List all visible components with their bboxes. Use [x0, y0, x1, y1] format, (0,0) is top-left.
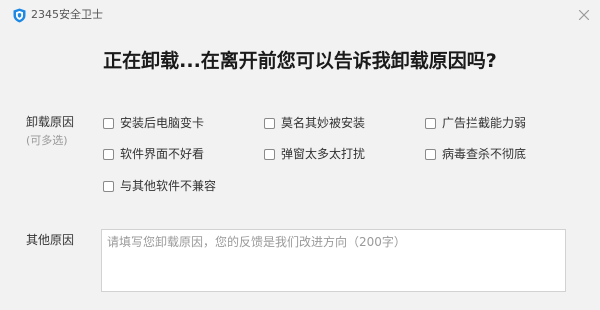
- uninstall-reason-label: 卸载原因: [26, 115, 75, 129]
- checkbox-icon[interactable]: [103, 117, 114, 129]
- close-icon[interactable]: [573, 4, 595, 26]
- reason-option-too-many-popups[interactable]: 弹窗太多太打扰: [264, 145, 365, 163]
- reason-option-weak-ad-blocking[interactable]: 广告拦截能力弱: [425, 114, 526, 132]
- multi-select-hint: (可多选): [26, 134, 68, 147]
- checkbox-icon[interactable]: [103, 148, 114, 160]
- checkbox-icon[interactable]: [264, 117, 275, 129]
- reason-option-software-incompatible[interactable]: 与其他软件不兼容: [103, 177, 216, 195]
- checkbox-icon[interactable]: [264, 148, 275, 160]
- uninstall-feedback-window: 2345安全卫士 正在卸载...在离开前您可以告诉我卸载原因吗? 卸载原因 (可…: [0, 0, 600, 310]
- option-label: 软件界面不好看: [120, 147, 205, 161]
- reason-option-incomplete-virus-removal[interactable]: 病毒查杀不彻底: [425, 145, 526, 163]
- uninstall-question-heading: 正在卸载...在离开前您可以告诉我卸载原因吗?: [103, 50, 497, 72]
- option-label: 与其他软件不兼容: [120, 179, 217, 193]
- other-reason-label: 其他原因: [26, 233, 75, 247]
- shield-logo-icon: [13, 8, 26, 23]
- checkbox-icon[interactable]: [425, 117, 436, 129]
- reason-options: 安装后电脑变卡 莫名其妙被安装 广告拦截能力弱 软件界面不好看 弹窗太多太打扰 …: [103, 114, 573, 204]
- checkbox-icon[interactable]: [103, 180, 114, 192]
- checkbox-icon[interactable]: [425, 148, 436, 160]
- reason-option-lag-after-install[interactable]: 安装后电脑变卡: [103, 114, 204, 132]
- title-bar: 2345安全卫士: [0, 0, 600, 30]
- other-reason-input[interactable]: [101, 229, 566, 292]
- option-label: 莫名其妙被安装: [281, 116, 366, 130]
- option-label: 安装后电脑变卡: [120, 116, 205, 130]
- option-label: 病毒查杀不彻底: [442, 147, 527, 161]
- option-label: 广告拦截能力弱: [442, 116, 527, 130]
- reason-option-installed-unknowingly[interactable]: 莫名其妙被安装: [264, 114, 365, 132]
- app-title: 2345安全卫士: [31, 8, 103, 21]
- option-label: 弹窗太多太打扰: [281, 147, 366, 161]
- reason-option-ugly-interface[interactable]: 软件界面不好看: [103, 145, 204, 163]
